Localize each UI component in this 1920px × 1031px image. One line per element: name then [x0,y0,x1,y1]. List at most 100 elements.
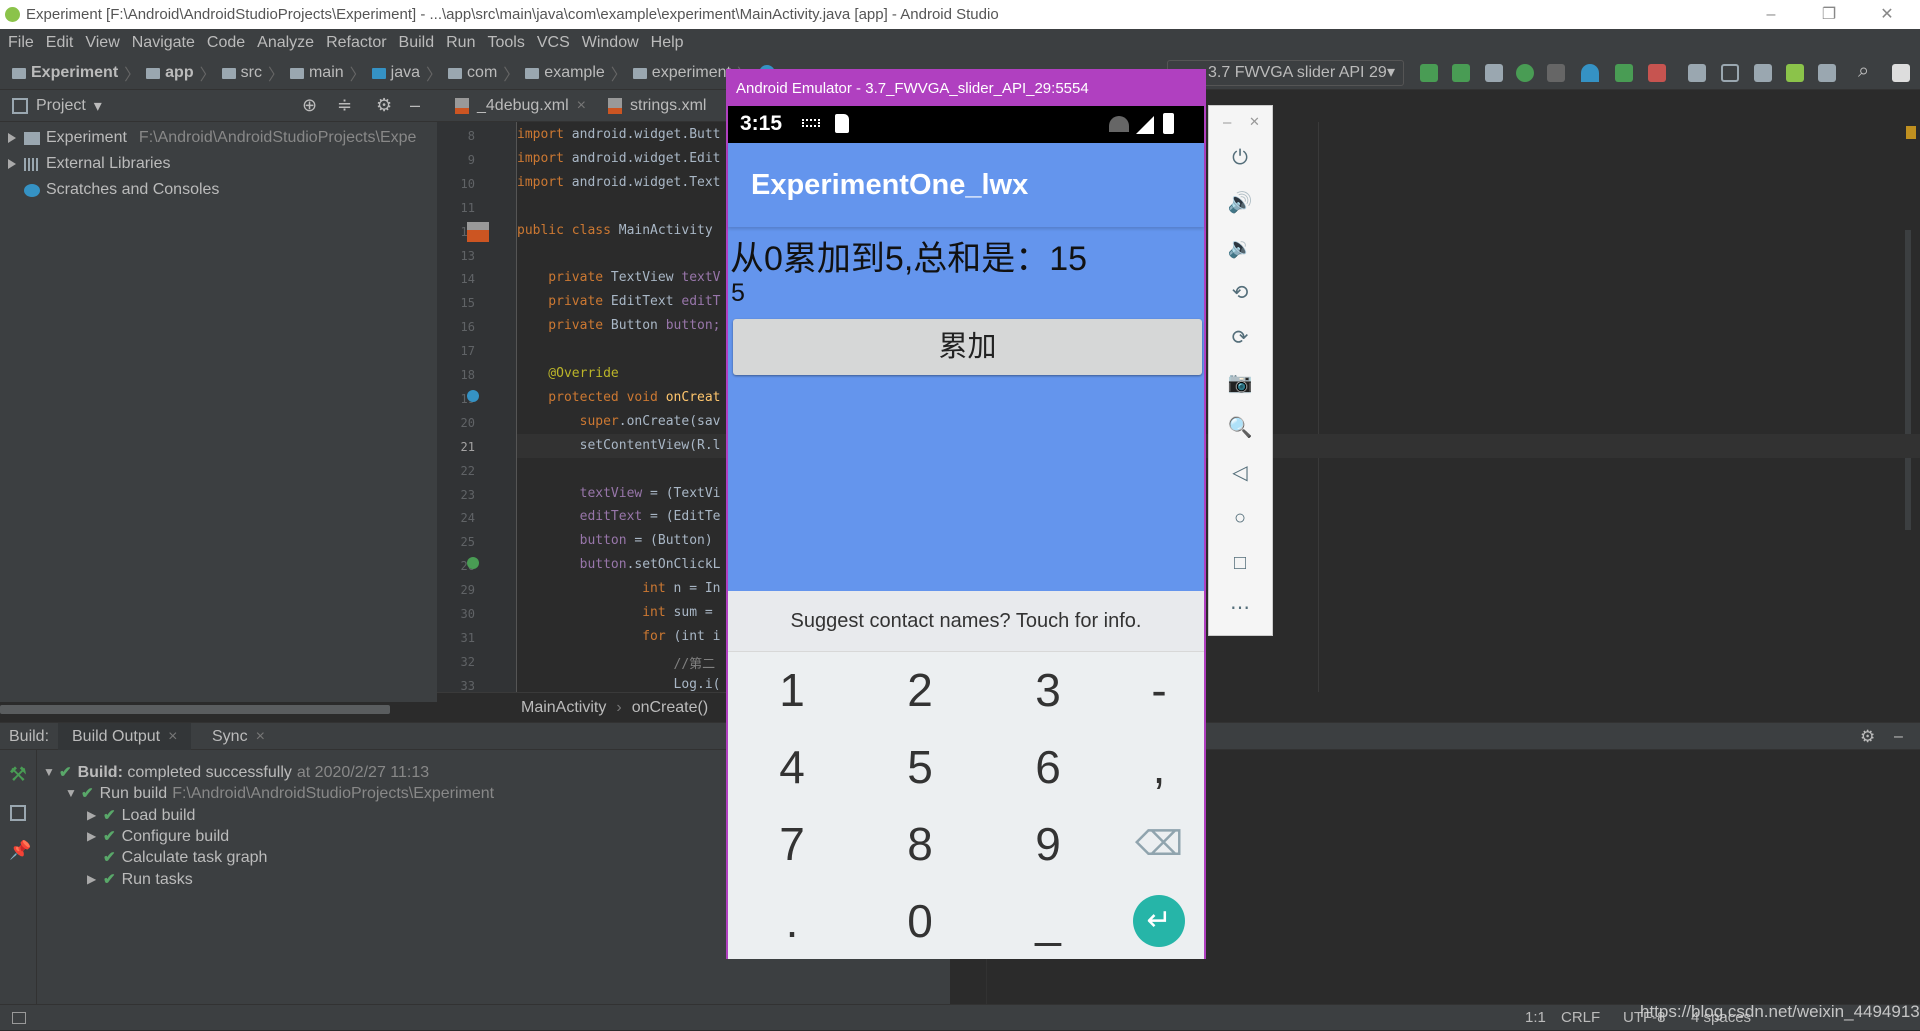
breadcrumb-src[interactable]: src 〉 [221,61,284,85]
crumb-method[interactable]: onCreate() [632,699,708,716]
tree-item-scratches[interactable]: Scratches and Consoles [24,177,219,203]
close-button[interactable]: ✕ [1864,0,1910,29]
key-0[interactable]: 0 [865,883,975,959]
gear-icon[interactable]: ⚙ [1860,723,1875,750]
menu-help[interactable]: Help [651,34,684,52]
key-4[interactable]: 4 [737,729,847,805]
breadcrumb-main[interactable]: main 〉 [289,61,366,85]
breadcrumb-java[interactable]: java 〉 [371,61,442,85]
minimize-icon[interactable]: – [1223,114,1231,131]
expand-icon[interactable]: ▶ [87,869,103,890]
layout-inspector-icon[interactable] [1721,64,1739,82]
gear-icon[interactable]: ⚙ [376,95,392,116]
accumulate-button[interactable]: 累加 [733,319,1202,375]
build-tree-item[interactable]: ▶ ✔ Configure build [87,826,229,847]
warning-marker[interactable] [1906,126,1916,139]
key-8[interactable]: 8 [865,806,975,882]
line-separator[interactable]: CRLF [1561,1005,1600,1031]
project-structure-icon[interactable] [1688,64,1706,82]
horizontal-scrollbar[interactable] [0,705,390,714]
expand-icon[interactable]: ▶ [87,826,103,847]
expand-icon[interactable] [8,133,16,143]
menu-navigate[interactable]: Navigate [132,34,195,52]
tab-build-output[interactable]: Build Output × [58,723,192,750]
minimize-button[interactable]: – [1748,0,1794,29]
build-tree-item[interactable]: ▶ ✔ Load build [87,805,195,826]
menu-vcs[interactable]: VCS [537,34,570,52]
key-7[interactable]: 7 [737,806,847,882]
key-.[interactable]: . [737,883,847,959]
vertical-scrollbar[interactable] [1905,230,1911,530]
profile-icon[interactable] [1581,64,1599,82]
menu-edit[interactable]: Edit [46,34,74,52]
rotate-left-icon[interactable]: ⟲ [1225,278,1255,308]
coverage-icon[interactable] [1547,64,1565,82]
key-5[interactable]: 5 [865,729,975,805]
collapse-icon[interactable]: ▼ [65,783,81,804]
menu-view[interactable]: View [85,34,119,52]
menu-run[interactable]: Run [446,34,475,52]
override-gutter-icon[interactable] [467,390,479,402]
tab-4debug-xml[interactable]: _4debug.xml × [447,90,597,122]
breadcrumb-experiment[interactable]: Experiment 〉 [12,61,140,85]
toggle-view-icon[interactable] [10,805,26,821]
sdk-manager-icon[interactable] [1818,64,1836,82]
hide-icon[interactable]: – [410,95,420,116]
overview-icon[interactable]: □ [1225,548,1255,578]
debug-icon[interactable] [1516,64,1534,82]
chevron-down-icon[interactable]: ▾ [94,96,102,116]
number-input[interactable] [731,279,1201,308]
locate-icon[interactable]: ⊕ [302,95,317,116]
close-tab-icon[interactable]: × [256,728,265,745]
menu-analyze[interactable]: Analyze [257,34,314,52]
collapse-icon[interactable]: ≑ [337,95,352,116]
maximize-button[interactable]: ❐ [1806,0,1852,29]
menu-window[interactable]: Window [582,34,639,52]
enter-key[interactable]: ↵ [1133,895,1185,947]
zoom-icon[interactable]: 🔍 [1225,413,1255,443]
stop-icon[interactable] [1648,64,1666,82]
back-icon[interactable]: ◁ [1225,458,1255,488]
expand-icon[interactable] [8,159,16,169]
build-tree-item[interactable]: ▼ ✔ Run build F:\Android\AndroidStudioProje… [65,783,494,804]
menu-file[interactable]: File [8,34,34,52]
hammer-icon[interactable]: ⚒ [9,762,27,787]
tree-item-experiment[interactable]: Experiment F:\Android\AndroidStudioProjec… [8,125,416,151]
menu-build[interactable]: Build [399,34,435,52]
menu-refactor[interactable]: Refactor [326,34,386,52]
key-9[interactable]: 9 [993,806,1103,882]
build-tree-item[interactable]: ▶ ✔ Run tasks [87,869,193,890]
volume-up-icon[interactable]: 🔊 [1225,188,1255,218]
rotate-right-icon[interactable]: ⟳ [1225,323,1255,353]
apply-changes-icon[interactable] [1420,64,1438,82]
collapse-icon[interactable]: ▼ [43,762,59,783]
menu-tools[interactable]: Tools [487,34,524,52]
key-_[interactable]: _ [993,883,1103,959]
breadcrumb-example[interactable]: example 〉 [525,61,627,85]
search-icon[interactable]: ⌕ [1858,60,1869,83]
key-3[interactable]: 3 [993,652,1103,728]
sync-icon[interactable] [1485,64,1503,82]
camera-icon[interactable]: 📷 [1225,368,1255,398]
tree-item-external-libraries[interactable]: External Libraries [8,151,171,177]
tool-windows-icon[interactable] [12,1012,26,1024]
apply-code-changes-icon[interactable] [1452,64,1470,82]
more-icon[interactable]: ⋯ [1225,593,1255,623]
emulator-title-bar[interactable]: Android Emulator - 3.7_FWVGA_slider_API_… [728,71,1204,106]
key-1[interactable]: 1 [737,652,847,728]
gradle-sync-icon[interactable] [1754,64,1772,82]
build-tree-item[interactable]: ✔ Calculate task graph [87,847,267,868]
pin-icon[interactable]: 📌 [9,840,31,861]
keyboard-suggestion[interactable]: Suggest contact names? Touch for info. [728,591,1204,652]
build-tree-item[interactable]: ▼ ✔ Build: completed successfully at 2020/2… [43,762,429,783]
key-,[interactable]: , [1104,729,1214,805]
hide-icon[interactable]: – [1894,723,1903,750]
avd-manager-icon[interactable] [1786,64,1804,82]
tab-sync[interactable]: Sync × [212,723,265,750]
code-editor[interactable]: import android.widget.Butt import android… [517,122,726,692]
menu-code[interactable]: Code [207,34,245,52]
breadcrumb-com[interactable]: com 〉 [448,61,519,85]
avatar[interactable] [1892,64,1910,82]
attach-debugger-icon[interactable] [1615,64,1633,82]
layout-file-gutter-icon[interactable] [467,222,489,242]
